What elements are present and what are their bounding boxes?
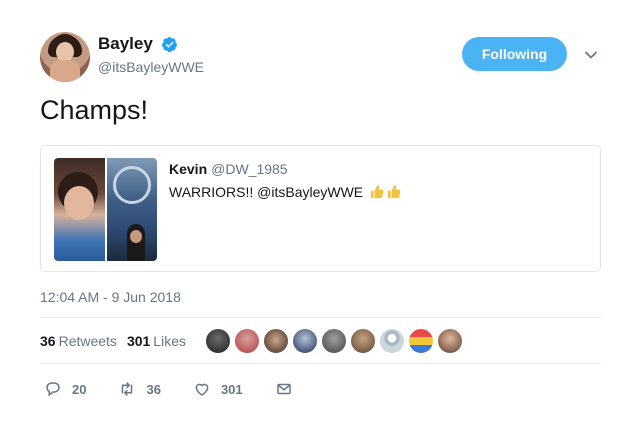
avatar-face xyxy=(56,42,74,62)
tweet-text: Champs! xyxy=(40,95,149,125)
chevron-down-icon[interactable] xyxy=(584,48,598,62)
reply-count: 20 xyxy=(72,381,87,397)
liker-avatar[interactable] xyxy=(234,328,260,354)
photo-logo xyxy=(113,166,151,204)
avatar[interactable] xyxy=(40,32,90,82)
quoted-tweet-body: WARRIORS!! @itsBayleyWWE xyxy=(169,184,368,200)
thumbs-up-icon xyxy=(387,184,401,199)
media-photo-right xyxy=(107,158,157,261)
following-button[interactable]: Following xyxy=(462,37,567,71)
author-handle[interactable]: @itsBayleyWWE xyxy=(98,59,204,75)
liker-avatar[interactable] xyxy=(321,328,347,354)
liker-avatar[interactable] xyxy=(263,328,289,354)
author-info[interactable]: Bayley @itsBayleyWWE xyxy=(98,34,204,75)
liker-avatars xyxy=(205,328,463,354)
avatar-body xyxy=(50,60,80,82)
divider xyxy=(40,317,601,318)
like-count: 301 xyxy=(220,381,243,397)
quoted-author-handle[interactable]: @DW_1985 xyxy=(211,161,287,177)
liker-avatar[interactable] xyxy=(205,328,231,354)
media-photo-left xyxy=(54,158,105,261)
likes-stat-count: 301 xyxy=(126,333,151,349)
liker-avatar[interactable] xyxy=(350,328,376,354)
tweet-timestamp[interactable]: 12:04 AM - 9 Jun 2018 xyxy=(40,289,181,305)
heart-icon xyxy=(195,383,209,396)
likes-stat[interactable]: 301 Likes xyxy=(127,333,186,349)
quoted-tweet-card[interactable]: Kevin @DW_1985 WARRIORS!! @itsBayleyWWE xyxy=(40,145,601,272)
reply-icon xyxy=(46,382,60,397)
retweet-count: 36 xyxy=(146,381,161,397)
retweets-stat[interactable]: 36 Retweets xyxy=(40,333,117,349)
thumbs-up-icon xyxy=(370,184,384,199)
retweet-button[interactable]: 36 xyxy=(118,380,161,398)
liker-avatar[interactable] xyxy=(379,328,405,354)
retweets-stat-count: 36 xyxy=(40,333,56,349)
retweet-icon xyxy=(122,382,133,396)
photo-face xyxy=(64,186,94,220)
divider xyxy=(40,363,601,364)
quoted-tweet-author[interactable]: Kevin @DW_1985 xyxy=(169,161,288,177)
liker-avatar[interactable] xyxy=(408,328,434,354)
like-button[interactable]: 301 xyxy=(193,380,243,398)
quoted-tweet-text: WARRIORS!! @itsBayleyWWE xyxy=(169,184,401,200)
tweet-actions: 20 36 301 xyxy=(44,380,335,398)
reply-button[interactable]: 20 xyxy=(44,380,86,398)
liker-avatar[interactable] xyxy=(437,328,463,354)
display-name[interactable]: Bayley xyxy=(98,34,153,54)
likes-stat-label: Likes xyxy=(153,333,186,349)
verified-badge-icon xyxy=(162,36,178,52)
quoted-tweet-media[interactable] xyxy=(54,158,157,261)
retweets-stat-label: Retweets xyxy=(58,333,117,349)
direct-message-button[interactable] xyxy=(275,380,303,398)
envelope-icon xyxy=(276,383,291,395)
liker-avatar[interactable] xyxy=(292,328,318,354)
quoted-author-name[interactable]: Kevin xyxy=(169,161,207,177)
tweet-stats: 36 Retweets 301 Likes xyxy=(40,333,186,349)
photo-person-face xyxy=(130,230,142,243)
